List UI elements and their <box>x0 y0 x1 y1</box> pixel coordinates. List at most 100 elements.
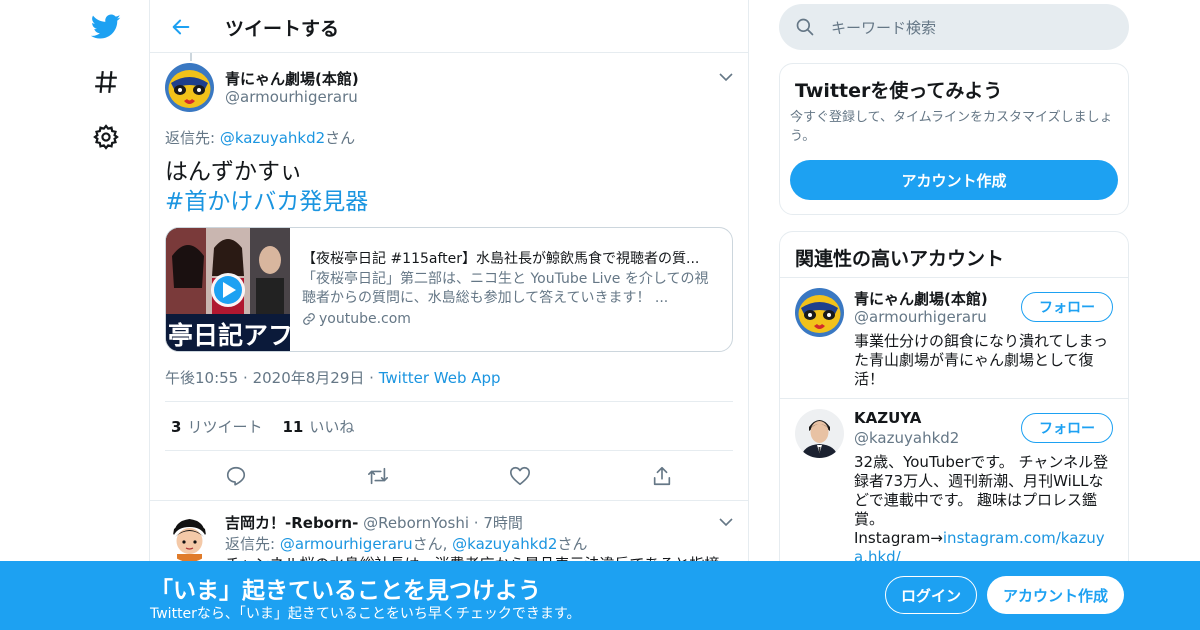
search-box[interactable]: キーワード検索 <box>779 4 1129 50</box>
card-domain: youtube.com <box>302 311 720 327</box>
related-bio-text: 32歳、YouTuberです。 チャンネル登録者73万人、週刊新潮、月刊WiLL… <box>854 453 1109 528</box>
reply-to-prefix: 返信先: <box>225 535 280 553</box>
cartoon-avatar-icon <box>165 513 214 562</box>
hashtag-icon <box>95 71 117 93</box>
page-header: ツイートする <box>150 0 748 53</box>
avatar[interactable] <box>165 63 214 112</box>
related-name[interactable]: KAZUYA <box>854 409 921 427</box>
share-icon <box>653 466 671 486</box>
like-count: 11 <box>282 417 304 436</box>
reply-age[interactable]: 7時間 <box>483 514 523 532</box>
link-preview-card[interactable]: 亭日記アフ 【夜桜亭日記 #115after】水島社長が鯨飲馬食で視聴者の質..… <box>165 227 733 352</box>
explore-button[interactable] <box>82 58 130 106</box>
tweet-text-line: はんずかすぃ <box>165 159 303 185</box>
tweet-date[interactable]: 2020年8月29日 <box>253 369 365 387</box>
reply-author-handle[interactable]: @RebornYoshi <box>363 514 469 532</box>
related-handle[interactable]: @kazuyahkd2 <box>854 429 959 447</box>
related-avatar[interactable] <box>795 409 844 458</box>
related-bio: 事業仕分けの餌食になり潰れてしまった青山劇場が青にゃん劇場として復活！ <box>854 332 1108 388</box>
signup-banner: 「いま」起きていることを見つけよう Twitterなら、「いま」起きていることを… <box>0 561 1200 630</box>
like-stat[interactable]: 11 いいね <box>282 416 354 437</box>
share-button[interactable] <box>649 463 675 489</box>
follow-button[interactable]: フォロー <box>1021 292 1113 322</box>
meta-separator: · <box>243 369 248 387</box>
tweet-menu-caret[interactable] <box>716 67 736 87</box>
mask-avatar-icon <box>795 288 844 337</box>
hashtag-link[interactable]: #首かけバカ発見器 <box>165 187 368 217</box>
link-icon <box>303 313 315 325</box>
reply-to-suffix: さん <box>325 129 356 147</box>
reply-to-line: 返信先: @armourhigeraruさん, @kazuyahkd2さん <box>225 533 587 554</box>
mask-avatar-icon <box>165 63 214 112</box>
card-thumbnail: 亭日記アフ <box>166 228 290 351</box>
reply-menu-caret[interactable] <box>716 512 736 532</box>
banner-title: 「いま」起きていることを見つけよう <box>150 578 541 604</box>
tweet-author-handle[interactable]: @armourhigeraru <box>225 88 358 106</box>
related-handle[interactable]: @armourhigeraru <box>854 308 987 326</box>
tweet-meta: 午後10:55 · 2020年8月29日 · Twitter Web App <box>165 367 501 388</box>
related-accounts-panel: 関連性の高いアカウント 青にゃん劇場(本館) @armourhigeraru フ… <box>779 231 1129 591</box>
tweet-source-link[interactable]: Twitter Web App <box>379 369 501 387</box>
tweet-actions <box>165 451 733 501</box>
divider <box>150 500 748 501</box>
retweet-label: リツイート <box>187 417 263 436</box>
tweet-stats: 3 リツイート 11 いいね <box>165 401 733 451</box>
card-description: 「夜桜亭日記」第二部は、ニコ生と YouTube Live を介しての視聴者から… <box>302 271 709 306</box>
tweet-author-name[interactable]: 青にゃん劇場(本館) <box>225 68 359 89</box>
card-title: 【夜桜亭日記 #115after】水島社長が鯨飲馬食で視聴者の質... <box>302 251 700 267</box>
related-name[interactable]: 青にゃん劇場(本館) <box>854 288 988 309</box>
page-title: ツイートする <box>225 18 340 40</box>
related-panel-title: 関連性の高いアカウント <box>795 248 1005 270</box>
main-column: ツイートする 青にゃん劇場(本館) @armourhigeraru 返信先: @… <box>149 0 749 630</box>
reply-to-prefix: 返信先: <box>165 129 220 147</box>
reply-author-name[interactable]: 吉岡カ！-Reborn- <box>225 514 358 532</box>
signup-panel: Twitterを使ってみよう 今すぐ登録して、タイムラインをカスタマイズしましょ… <box>779 63 1129 215</box>
twitter-home-button[interactable] <box>82 3 130 51</box>
search-icon <box>796 18 814 36</box>
related-bio-prefix: Instagram→ <box>854 529 943 547</box>
like-button[interactable] <box>507 463 533 489</box>
reply-to-line: 返信先: @kazuyahkd2さん <box>165 127 355 148</box>
banner-create-account-button[interactable]: アカウント作成 <box>987 576 1124 614</box>
search-input[interactable]: キーワード検索 <box>831 17 936 38</box>
reply-to-handle-link[interactable]: @armourhigeraru <box>280 535 413 553</box>
back-button[interactable] <box>164 10 198 44</box>
reply-icon <box>226 466 246 486</box>
arrow-left-icon <box>172 19 190 35</box>
retweet-stat[interactable]: 3 リツイート <box>171 416 262 437</box>
person-avatar-icon <box>795 409 844 458</box>
reply-separator: · <box>473 514 479 532</box>
reply-avatar[interactable] <box>165 513 214 562</box>
reply-button[interactable] <box>223 463 249 489</box>
signup-panel-text: 今すぐ登録して、タイムラインをカスタマイズしましょう。 <box>790 110 1113 144</box>
reply-header: 吉岡カ！-Reborn- @RebornYoshi · 7時間 <box>225 512 523 533</box>
meta-separator: · <box>369 369 374 387</box>
related-avatar[interactable] <box>795 288 844 337</box>
gear-icon <box>93 124 119 150</box>
retweet-count: 3 <box>171 417 182 436</box>
tweet-time[interactable]: 午後10:55 <box>165 369 238 387</box>
heart-icon <box>510 466 530 486</box>
thumbnail-caption: 亭日記アフ <box>168 321 290 350</box>
retweet-icon <box>368 467 388 485</box>
signup-panel-title: Twitterを使ってみよう <box>795 80 1003 102</box>
card-domain-text: youtube.com <box>319 311 411 327</box>
related-bio: 32歳、YouTuberです。 チャンネル登録者73万人、週刊新潮、月刊WiLL… <box>854 453 1116 567</box>
banner-subtitle: Twitterなら、「いま」起きていることをいち早くチェックできます。 <box>150 606 581 622</box>
reply-to-mid: さん, <box>412 535 453 553</box>
card-body: 【夜桜亭日記 #115after】水島社長が鯨飲馬食で視聴者の質... 「夜桜亭… <box>302 248 720 327</box>
follow-button[interactable]: フォロー <box>1021 413 1113 443</box>
reply-to-handle-link[interactable]: @kazuyahkd2 <box>452 535 557 553</box>
related-account[interactable]: 青にゃん劇場(本館) @armourhigeraru フォロー 事業仕分けの餌食… <box>780 277 1128 398</box>
login-button[interactable]: ログイン <box>885 576 977 614</box>
thread-connector <box>190 53 192 61</box>
twitter-bird-icon <box>91 14 121 39</box>
tweet-text: はんずかすぃ #首かけバカ発見器 <box>165 157 368 217</box>
reply-to-handle-link[interactable]: @kazuyahkd2 <box>220 129 325 147</box>
reply-to-suffix: さん <box>557 535 588 553</box>
chevron-down-icon <box>719 73 733 82</box>
retweet-button[interactable] <box>365 463 391 489</box>
like-label: いいね <box>309 417 355 436</box>
create-account-button[interactable]: アカウント作成 <box>790 160 1118 200</box>
settings-button[interactable] <box>82 113 130 161</box>
